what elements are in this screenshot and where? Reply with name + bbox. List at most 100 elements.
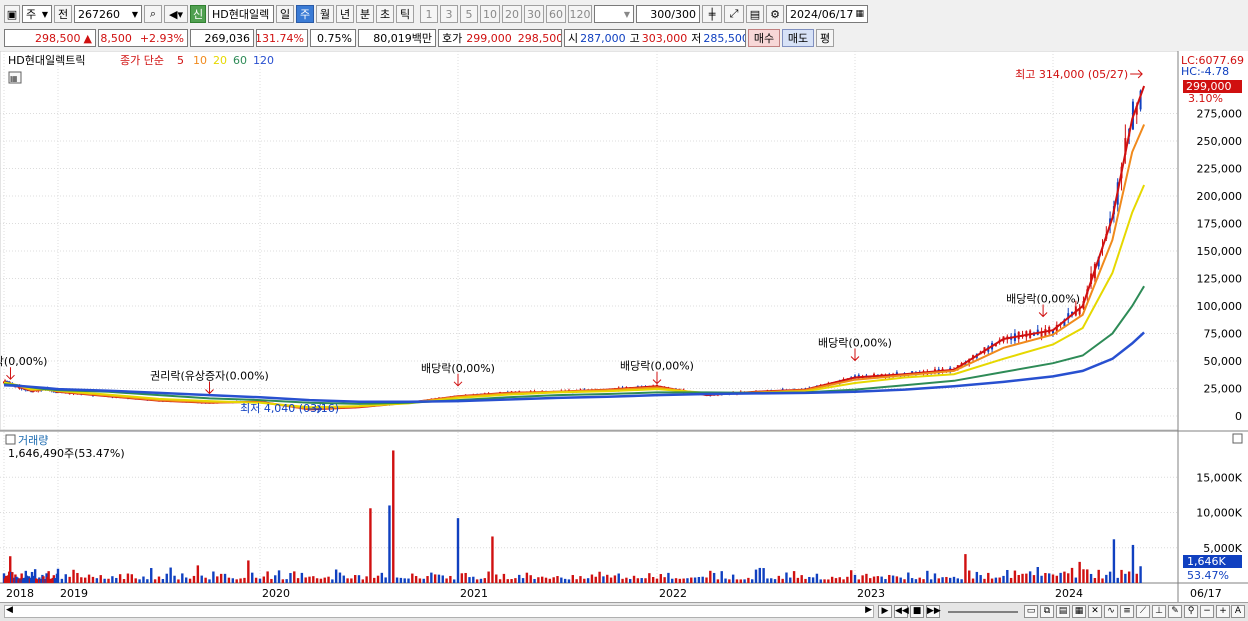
- event-annotation: 권리락(유상증자(0.00%): [150, 370, 269, 383]
- quote-bar: 298,500 ▲ 8,500 +2.93% 269,036 131.74% 0.7…: [0, 28, 1248, 48]
- stock-name-field[interactable]: HD현대일렉: [208, 5, 274, 23]
- quote-turnover-box: 0.75%: [310, 29, 356, 47]
- minus-icon[interactable]: −: [1200, 605, 1214, 618]
- period-week-button[interactable]: 주: [296, 5, 314, 23]
- copy-icon[interactable]: ⧉: [1040, 605, 1054, 618]
- grid-icon[interactable]: ▦: [1072, 605, 1086, 618]
- wave-icon[interactable]: ∿: [1104, 605, 1118, 618]
- period-tick-button[interactable]: 틱: [396, 5, 414, 23]
- count-input[interactable]: 300/300: [636, 5, 700, 23]
- search-icon[interactable]: ⌕: [144, 5, 162, 23]
- period-minute-button[interactable]: 분: [356, 5, 374, 23]
- play-icon[interactable]: ▶: [878, 605, 892, 618]
- fast-forward-icon[interactable]: ▶▶: [926, 605, 941, 618]
- speaker-icon[interactable]: ◀▾: [164, 5, 188, 23]
- legend-ma-20[interactable]: 20: [213, 54, 227, 67]
- volume-bar: [227, 577, 231, 583]
- line-draw-icon[interactable]: ⤢: [724, 5, 744, 23]
- legend-ma-60[interactable]: 60: [233, 54, 247, 67]
- date-input[interactable]: 2024/06/17 ▦: [786, 5, 868, 23]
- open-label: 시: [568, 32, 579, 45]
- gear-icon[interactable]: ⚙: [766, 5, 784, 23]
- volume-bar: [200, 575, 203, 583]
- volume-bar: [181, 573, 184, 583]
- sell-button[interactable]: 매도: [782, 29, 814, 47]
- time-tick-label: 2021: [460, 587, 488, 600]
- eval-button[interactable]: 평: [816, 29, 834, 47]
- volume-bar: [456, 518, 460, 583]
- font-icon[interactable]: A: [1231, 605, 1245, 618]
- interval-10-button[interactable]: 10: [480, 5, 500, 23]
- zoom-icon[interactable]: ⚲: [1184, 605, 1198, 618]
- volume-bar: [161, 578, 165, 583]
- pen-icon[interactable]: ✎: [1168, 605, 1182, 618]
- new-badge: 신: [190, 5, 206, 23]
- volume-bar: [308, 576, 311, 583]
- legend-ma-120[interactable]: 120: [253, 54, 274, 67]
- volume-bar: [414, 576, 418, 583]
- stock-code-input[interactable]: 267260 ▼: [74, 5, 142, 23]
- volume-bar: [548, 578, 552, 583]
- volume-bar: [122, 579, 126, 583]
- interval-60-button[interactable]: 60: [546, 5, 566, 23]
- legend-ma-10[interactable]: 10: [193, 54, 207, 67]
- horizontal-scrollbar[interactable]: ◀ ▶: [4, 605, 874, 618]
- volume-bar: [560, 577, 563, 583]
- volume-bar: [1017, 575, 1020, 583]
- volume-bar: [766, 578, 769, 583]
- volume-bar: [686, 578, 689, 583]
- interval-120-button[interactable]: 120: [568, 5, 592, 23]
- plus-icon[interactable]: +: [1216, 605, 1230, 618]
- trade-amount: 80,019백만: [373, 32, 432, 45]
- ruler-icon[interactable]: ⊥: [1152, 605, 1166, 618]
- layout-icon[interactable]: ▭: [1024, 605, 1038, 618]
- quote-volume-box: 269,036: [190, 29, 254, 47]
- volume-bar: [964, 554, 967, 583]
- zoom-slider[interactable]: [948, 611, 1018, 613]
- interval-1-button[interactable]: 1: [420, 5, 438, 23]
- volume-bar: [811, 577, 815, 583]
- close-icon[interactable]: [1232, 433, 1243, 444]
- period-day-button[interactable]: 일: [276, 5, 294, 23]
- volume-bar: [640, 578, 643, 583]
- buy-button[interactable]: 매수: [748, 29, 780, 47]
- candle-type-icon[interactable]: ╪: [702, 5, 722, 23]
- interval-20-button[interactable]: 20: [502, 5, 522, 23]
- period-month-button[interactable]: 월: [316, 5, 334, 23]
- volume-bar: [327, 576, 330, 583]
- volume-bar: [792, 571, 796, 583]
- cross-icon[interactable]: ✕: [1088, 605, 1102, 618]
- volume-bar: [922, 579, 925, 583]
- legend-ma-5[interactable]: 5: [177, 54, 184, 67]
- event-annotation: 배당락(0,00%): [1006, 293, 1080, 306]
- window-icon[interactable]: ▣: [4, 5, 20, 23]
- volume-bar: [648, 573, 651, 583]
- period-year-button[interactable]: 년: [336, 5, 354, 23]
- scroll-left-icon[interactable]: ◀: [6, 605, 13, 615]
- prev-button[interactable]: 전: [54, 5, 72, 23]
- volume-bar: [1105, 574, 1108, 583]
- interval-5-button[interactable]: 5: [460, 5, 478, 23]
- stop-icon[interactable]: ■: [910, 605, 924, 618]
- volume-bar: [334, 569, 338, 583]
- chevron-down-icon: ▼: [623, 9, 630, 19]
- fibo-icon[interactable]: ≡: [1120, 605, 1134, 618]
- period-second-button[interactable]: 초: [376, 5, 394, 23]
- volume-bar: [709, 570, 712, 583]
- volume-bar: [60, 578, 64, 583]
- interval-3-button[interactable]: 3: [440, 5, 458, 23]
- print-icon[interactable]: ▤: [1056, 605, 1070, 618]
- scroll-right-icon[interactable]: ▶: [865, 605, 872, 615]
- volume-bar: [747, 577, 750, 583]
- volume-bar: [1025, 573, 1028, 583]
- period-unit-select[interactable]: 주 ▼: [22, 5, 52, 23]
- last-volume-label: 1,646K: [1187, 555, 1226, 568]
- volume-bar: [411, 573, 414, 583]
- save-icon[interactable]: ▤: [746, 5, 764, 23]
- interval-30-button[interactable]: 30: [524, 5, 544, 23]
- volume-bar: [979, 575, 982, 583]
- volume-panel-toggle[interactable]: [5, 434, 16, 445]
- rewind-icon[interactable]: ◀◀: [894, 605, 909, 618]
- custom-interval-select[interactable]: ▼: [594, 5, 634, 23]
- trend-icon[interactable]: ⟋: [1136, 605, 1150, 618]
